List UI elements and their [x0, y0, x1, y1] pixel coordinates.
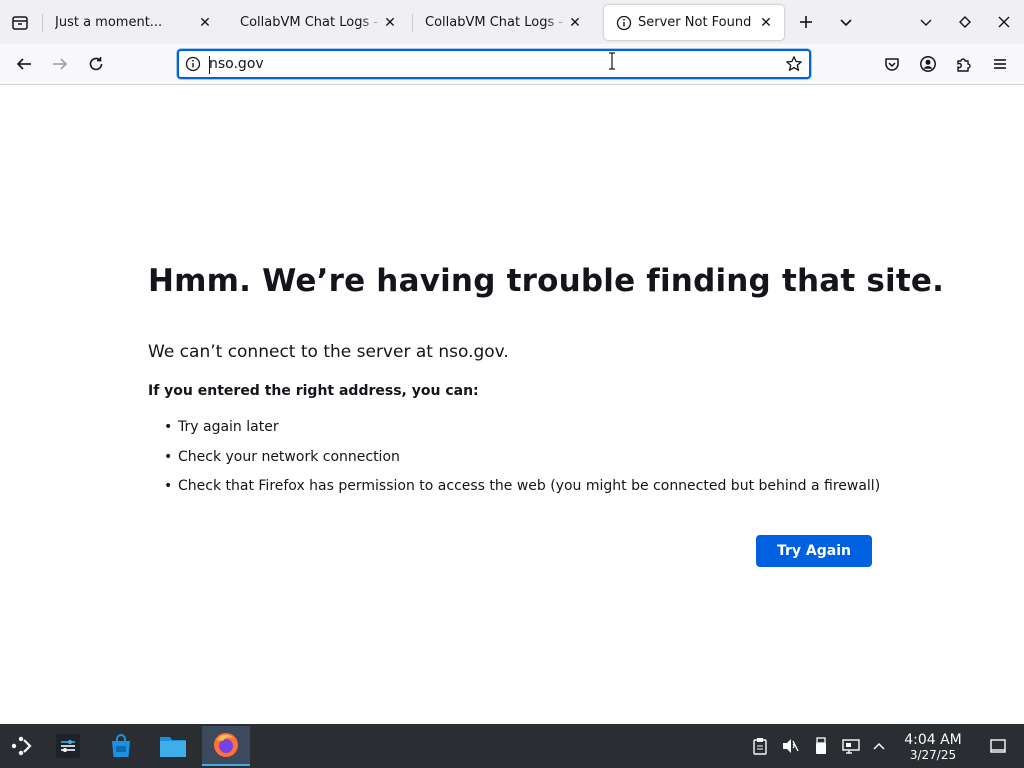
application-launcher-button[interactable]: [0, 726, 44, 766]
shopping-bag-icon: [112, 734, 130, 757]
account-icon: [920, 56, 936, 72]
tab-collabvm-chat-logs-2[interactable]: CollabVM Chat Logs - Elite ✕: [413, 5, 593, 40]
system-settings-task[interactable]: [46, 726, 90, 766]
suggestion-list: • Try again later • Check your network con…: [164, 419, 880, 508]
bullet: •: [164, 448, 173, 465]
close-icon[interactable]: ✕: [197, 15, 213, 31]
error-title: Hmm. We’re having trouble finding that s…: [148, 263, 945, 299]
settings-sliders-icon: [56, 734, 80, 758]
bullet: •: [164, 419, 173, 435]
diamond-icon: [959, 16, 971, 28]
text-caret: [209, 56, 210, 74]
address-bar-text[interactable]: nso.gov: [209, 56, 264, 72]
taskbar: 4:04 AM 3/27/25: [0, 724, 1024, 768]
window-close-button[interactable]: [990, 8, 1018, 36]
back-button[interactable]: [10, 50, 38, 78]
clock-time: 4:04 AM: [904, 732, 962, 748]
volume-muted-icon: [783, 739, 799, 753]
new-tab-button[interactable]: [792, 8, 820, 36]
digital-clock[interactable]: 4:04 AM 3/27/25: [896, 732, 970, 762]
discover-store-task[interactable]: [99, 726, 143, 766]
puzzle-piece-icon: [957, 58, 971, 72]
chevron-down-icon: [920, 19, 932, 26]
list-all-tabs-button[interactable]: [832, 8, 860, 36]
app-menu-button[interactable]: [986, 50, 1014, 78]
window-maximize-button[interactable]: [951, 8, 979, 36]
launcher-icon: [11, 736, 32, 756]
reload-icon: [89, 57, 103, 71]
close-icon: [998, 16, 1010, 28]
firefox-icon: [214, 733, 238, 757]
firefox-view-button[interactable]: [6, 9, 34, 37]
error-page: Hmm. We’re having trouble finding that s…: [0, 85, 1024, 724]
removable-devices-tray[interactable]: [811, 736, 831, 756]
suggestion-text: Check that Firefox has permission to acc…: [178, 478, 881, 495]
file-manager-task[interactable]: [151, 726, 195, 766]
chevron-up-icon: [873, 742, 885, 750]
hamburger-menu-icon: [994, 59, 1006, 69]
reload-button[interactable]: [82, 50, 110, 78]
pocket-button[interactable]: [878, 50, 906, 78]
tab-just-a-moment[interactable]: Just a moment... ✕: [43, 5, 223, 40]
error-suggestions-lead: If you entered the right address, you ca…: [148, 383, 479, 399]
volume-tray[interactable]: [780, 736, 800, 756]
account-button[interactable]: [914, 50, 942, 78]
forward-button[interactable]: [46, 50, 74, 78]
error-short-description: We can’t connect to the server at nso.go…: [148, 342, 509, 362]
usb-drive-icon: [816, 737, 826, 754]
close-icon[interactable]: ✕: [567, 15, 583, 31]
suggestion-text: Try again later: [178, 419, 279, 435]
close-icon[interactable]: ✕: [382, 15, 398, 31]
network-tray[interactable]: [841, 736, 861, 756]
bookmark-star-icon[interactable]: [785, 55, 803, 73]
extensions-button[interactable]: [950, 50, 978, 78]
show-desktop-icon: [990, 739, 1006, 753]
tab-title: CollabVM Chat Logs - Elite: [240, 15, 382, 30]
chevron-down-icon: [840, 19, 852, 27]
info-icon: [616, 15, 632, 31]
list-item: • Check your network connection: [164, 449, 880, 479]
text-cursor-icon: [609, 52, 615, 70]
show-hidden-icons-button[interactable]: [869, 736, 889, 756]
try-again-button[interactable]: Try Again: [756, 535, 872, 567]
tab-title: Server Not Found: [638, 15, 752, 30]
peek-at-desktop-button[interactable]: [988, 736, 1008, 756]
plus-icon: [800, 16, 812, 28]
list-item: • Check that Firefox has permission to ac…: [164, 478, 880, 508]
list-item: • Try again later: [164, 419, 880, 449]
close-icon[interactable]: ✕: [758, 15, 774, 31]
tab-title: Just a moment...: [55, 15, 163, 30]
folder-icon: [160, 737, 186, 757]
back-arrow-icon: [16, 58, 31, 70]
pocket-icon: [885, 58, 899, 71]
tab-server-not-found[interactable]: Server Not Found ✕: [604, 5, 784, 40]
network-wired-icon: [842, 739, 860, 754]
info-icon[interactable]: [185, 56, 201, 72]
tab-strip: Just a moment... ✕ CollabVM Chat Logs - …: [0, 0, 1024, 44]
bullet: •: [164, 478, 173, 495]
suggestion-text: Check your network connection: [178, 448, 400, 465]
tab-collabvm-chat-logs-1[interactable]: CollabVM Chat Logs - Elite ✕: [228, 5, 408, 40]
firefox-view-icon: [12, 16, 28, 30]
firefox-task[interactable]: [202, 726, 250, 766]
window-minimize-button[interactable]: [912, 8, 940, 36]
navigation-toolbar: nso.gov: [0, 44, 1024, 85]
clipboard-tray[interactable]: [750, 736, 770, 756]
address-bar[interactable]: nso.gov: [177, 49, 811, 79]
forward-arrow-icon: [53, 58, 68, 70]
clock-date: 3/27/25: [909, 748, 957, 762]
clipboard-icon: [753, 738, 767, 755]
tab-title: CollabVM Chat Logs - Elite: [425, 15, 567, 30]
